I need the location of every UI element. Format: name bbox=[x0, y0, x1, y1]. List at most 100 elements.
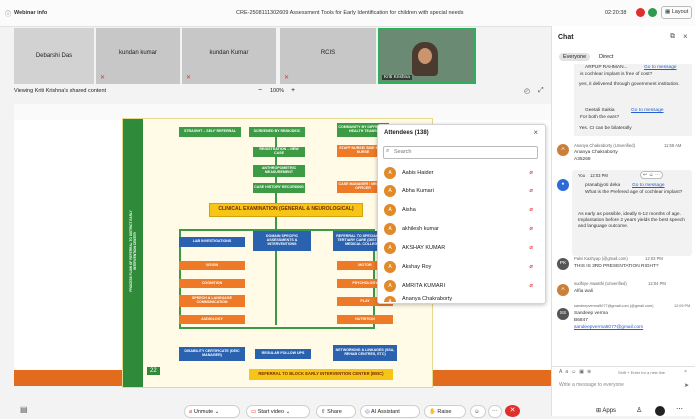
quoted-text: For both the ears? bbox=[580, 115, 620, 120]
participant-tile[interactable]: Debarshi Das bbox=[14, 28, 94, 84]
avatar: A bbox=[384, 280, 396, 292]
participant-tile[interactable]: RCIS ✕ bbox=[280, 28, 376, 84]
muted-mic-icon: ✕ bbox=[100, 75, 106, 81]
apps-label: Apps bbox=[602, 408, 617, 414]
quoted-sender: ARPUP RAHMAN... bbox=[585, 65, 628, 70]
muted-mic-icon[interactable]: ⌀ bbox=[529, 263, 533, 270]
close-icon[interactable]: × bbox=[683, 32, 688, 41]
zoom-in-button[interactable]: + bbox=[291, 87, 295, 94]
share-button[interactable]: ⇧ Share bbox=[316, 405, 356, 418]
chat-panel: Chat ⧉ × Everyone Direct ARPUP RAHMAN...… bbox=[551, 26, 695, 416]
participants-icon[interactable]: ♙ bbox=[636, 406, 642, 414]
chat-input[interactable]: Write a message to everyone bbox=[559, 382, 624, 388]
menu-icon[interactable]: ▤ bbox=[20, 405, 28, 414]
avatar: A bbox=[384, 296, 396, 302]
hand-icon: ✋ bbox=[429, 409, 436, 415]
attendee-name: Aisha bbox=[402, 207, 416, 213]
muted-mic-icon[interactable]: ⌀ bbox=[529, 187, 533, 194]
message-actions[interactable]: ↩ ☺ ⋯ bbox=[640, 171, 664, 179]
participant-video-tile[interactable]: Kriti Krishna bbox=[378, 28, 476, 84]
more-button[interactable]: ⋯ bbox=[488, 405, 502, 418]
chat-time: 12:03 PM bbox=[645, 256, 663, 261]
chat-message-text: As early as possible, ideally 6-12 month… bbox=[578, 212, 685, 230]
chat-message-text: Yes. CI can be bilaterally bbox=[579, 126, 632, 131]
go-to-message-link[interactable]: Go to message bbox=[632, 183, 665, 189]
avatar: A bbox=[384, 223, 396, 235]
attendee-row[interactable]: Aakhilesh kumar ⌀ bbox=[378, 220, 543, 238]
ai-label: AI Assistant bbox=[371, 409, 400, 415]
avatar: A bbox=[384, 261, 396, 273]
expand-icon[interactable]: ⤢ bbox=[538, 87, 544, 95]
layout-button[interactable]: ▦ Layout bbox=[661, 6, 693, 19]
go-to-message-link[interactable]: Go to message bbox=[631, 108, 664, 114]
flow-box: DOMAIN SPECIFIC ASSESSMENTS & INTERVENTI… bbox=[253, 231, 311, 251]
reactions-button[interactable]: ☺ bbox=[470, 405, 486, 418]
meeting-timer: 02:20:38 bbox=[605, 10, 627, 16]
chat-toggle-icon[interactable] bbox=[655, 406, 665, 416]
popout-icon[interactable]: ⧉ bbox=[670, 33, 675, 41]
muted-mic-icon[interactable]: ⌀ bbox=[529, 244, 533, 251]
leave-button[interactable]: ✕ bbox=[505, 405, 520, 417]
ai-icon: ◎ bbox=[365, 409, 370, 415]
tab-direct[interactable]: Direct bbox=[599, 54, 613, 60]
info-icon[interactable]: ⓘ bbox=[5, 9, 11, 18]
avatar: A bbox=[384, 185, 396, 197]
avatar: ● bbox=[557, 179, 569, 191]
close-icon[interactable]: × bbox=[533, 128, 538, 137]
security-icon[interactable] bbox=[648, 8, 657, 17]
participant-name: RCIS bbox=[320, 50, 336, 56]
attendee-row[interactable]: A AMRITA KUMARI ⌀ bbox=[378, 277, 543, 295]
flow-box-highlight: CLINICAL EXAMINATION (GENERAL & NEUROLOG… bbox=[209, 203, 363, 217]
unmute-button[interactable]: ⌀ Unmute ⌄ bbox=[184, 405, 240, 418]
muted-mic-icon: ✕ bbox=[186, 75, 192, 81]
flowchart-vertical-title: PROCESS FLOW OF REFERRAL TO DISTRICT EAR… bbox=[129, 210, 137, 292]
attendee-row[interactable]: A Aisha ⌀ bbox=[378, 201, 543, 219]
chat-message-text: B6847 bbox=[574, 318, 588, 323]
attendee-row[interactable]: A AKSHAY KUMAR ⌀ bbox=[378, 239, 543, 257]
quoted-text: is cochlear implant is free of cost? bbox=[580, 72, 653, 77]
muted-mic-icon: ⌀ bbox=[189, 409, 193, 415]
email-link[interactable]: sandeepverma5077@gmail.com bbox=[574, 325, 643, 331]
webinar-info-label[interactable]: Webinar info bbox=[14, 10, 47, 16]
search-placeholder: Search bbox=[394, 149, 412, 155]
flow-box: STRAIGHT – SELF REFERRAL bbox=[179, 127, 241, 137]
close-icon: ✕ bbox=[509, 407, 516, 414]
input-hint: Shift + Enter for a new line bbox=[618, 370, 666, 375]
attendee-search-input[interactable]: ⌕ Search bbox=[383, 146, 538, 159]
more-options-icon[interactable]: ⋯ bbox=[676, 405, 683, 413]
muted-mic-icon[interactable]: ⌀ bbox=[529, 225, 533, 232]
muted-mic-icon: ✕ bbox=[284, 75, 290, 81]
go-to-message-link[interactable]: Go to message bbox=[644, 65, 677, 71]
attendee-row[interactable]: A Ananya Chakraborty bbox=[378, 294, 543, 302]
muted-mic-icon[interactable]: ⌀ bbox=[529, 282, 533, 289]
participant-tile[interactable]: kundan kumar ✕ bbox=[96, 28, 180, 84]
close-icon[interactable]: × bbox=[684, 369, 687, 375]
muted-mic-icon[interactable]: ⌀ bbox=[529, 206, 533, 213]
fit-screen-icon[interactable]: ◴ bbox=[524, 87, 530, 95]
attendee-row[interactable]: A Aabis Haider ⌀ bbox=[378, 164, 543, 182]
send-icon[interactable]: ➤ bbox=[684, 382, 689, 389]
attendee-row[interactable]: A Akshay Roy ⌀ bbox=[378, 258, 543, 276]
chat-message-text: A35268 bbox=[574, 157, 591, 162]
start-video-button[interactable]: ▭ Start video ⌄ bbox=[246, 405, 310, 418]
flow-box: DISABILITY CERTIFICATE (DEIC MANAGER) bbox=[179, 347, 245, 361]
participant-name: Kriti Krishna bbox=[382, 75, 412, 80]
muted-mic-icon[interactable]: ⌀ bbox=[529, 169, 533, 176]
attendee-row[interactable]: A Abha Kumari ⌀ bbox=[378, 182, 543, 200]
flow-box: NUTRITION bbox=[337, 315, 393, 324]
attendees-title: Attendees (138) bbox=[384, 130, 429, 136]
apps-button[interactable]: ⊞ Apps bbox=[596, 407, 616, 414]
chat-sender: sudhiye Awasthi (Unverified) bbox=[574, 281, 627, 286]
record-icon[interactable] bbox=[636, 8, 645, 17]
zoom-out-button[interactable]: − bbox=[258, 87, 262, 94]
flow-box: SPEECH & LANGUAGE COMMUNICATION bbox=[179, 295, 245, 307]
unmute-label: Unmute bbox=[193, 409, 214, 415]
avatar: A bbox=[557, 284, 569, 296]
tab-everyone[interactable]: Everyone bbox=[559, 53, 591, 61]
share-bar: Viewing Kriti Krishna's shared content −… bbox=[0, 86, 551, 98]
participant-tile[interactable]: kundan Kumar ✕ bbox=[182, 28, 276, 84]
format-icons[interactable]: Aa☺▣⊕ bbox=[559, 369, 594, 375]
chat-message-text: THIS IS 3RD PRESENTATION RIGHT? bbox=[574, 264, 659, 269]
ai-assistant-button[interactable]: ◎ AI Assistant bbox=[360, 405, 420, 418]
raise-hand-button[interactable]: ✋ Raise bbox=[424, 405, 466, 418]
